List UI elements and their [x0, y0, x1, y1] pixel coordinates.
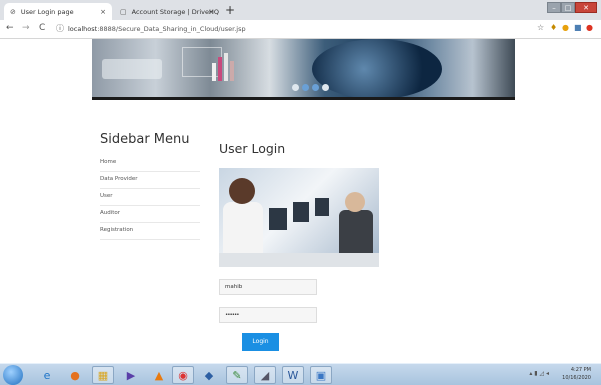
- word-icon[interactable]: W: [282, 366, 304, 384]
- close-window-button[interactable]: ✕: [575, 2, 597, 13]
- maximize-button[interactable]: □: [561, 2, 575, 13]
- extension-icon[interactable]: ●: [586, 23, 593, 32]
- password-input[interactable]: ••••••: [219, 307, 317, 323]
- url-path: :8888/Secure_Data_Sharing_in_Cloud/user.…: [97, 25, 246, 33]
- new-tab-button[interactable]: +: [225, 3, 235, 17]
- sidebar-item-data-provider[interactable]: Data Provider: [100, 172, 200, 189]
- sidebar-item-user[interactable]: User: [100, 189, 200, 206]
- minimize-button[interactable]: –: [547, 2, 561, 13]
- app-icon[interactable]: ▣: [310, 366, 332, 384]
- virtualbox-icon[interactable]: ◆: [198, 366, 220, 384]
- info-icon[interactable]: ⓘ: [56, 24, 64, 33]
- firefox-icon[interactable]: ●: [64, 366, 86, 384]
- extension-icon[interactable]: ♦: [550, 23, 557, 32]
- tab-user-login[interactable]: ⊘ User Login page ×: [4, 3, 112, 20]
- clock[interactable]: 4:27 PM 10/16/2020: [562, 366, 591, 382]
- clock-date: 10/16/2020: [562, 375, 591, 381]
- address-bar: ← → C ⓘ localhost:8888/Secure_Data_Sharin…: [0, 20, 601, 39]
- sidebar-title: Sidebar Menu: [100, 132, 190, 147]
- tab-title: User Login page: [20, 7, 74, 16]
- media-player-icon[interactable]: ▶: [120, 366, 142, 384]
- extension-icon[interactable]: ●: [562, 23, 569, 32]
- tab-drivehq[interactable]: ▢ Account Storage | DriveHQ ×: [114, 3, 220, 20]
- office-workers-photo: [219, 168, 379, 267]
- system-tray-icons[interactable]: ▴ ▮ ◿ ◂: [529, 370, 549, 377]
- sidebar-item-auditor[interactable]: Auditor: [100, 206, 200, 223]
- vlc-icon[interactable]: ▲: [148, 366, 170, 384]
- back-button[interactable]: ←: [6, 23, 14, 33]
- explorer-icon[interactable]: ▦: [92, 366, 114, 384]
- username-input[interactable]: mahib: [219, 279, 317, 295]
- url-host: localhost: [68, 25, 98, 33]
- extension-icon[interactable]: ■: [574, 23, 582, 32]
- calc-icon[interactable]: ◢: [254, 366, 276, 384]
- close-tab-icon[interactable]: ×: [100, 8, 106, 16]
- windows-taskbar: e ● ▦ ▶ ▲ ◉ ◆ ✎ ◢ W ▣ ▴ ▮ ◿ ◂ 4:27 PM 10…: [0, 363, 601, 385]
- tab-title: Account Storage | DriveHQ: [131, 7, 220, 16]
- login-button[interactable]: Login: [242, 333, 279, 351]
- browser-tab-bar: ⊘ User Login page × ▢ Account Storage | …: [0, 0, 601, 20]
- sidebar: Sidebar Menu Home Data Provider User Aud…: [100, 132, 200, 240]
- forward-button[interactable]: →: [22, 23, 30, 33]
- sidebar-item-home[interactable]: Home: [100, 155, 200, 172]
- header-banner-image: [92, 39, 515, 100]
- bookmark-star-icon[interactable]: ☆: [537, 23, 544, 32]
- chrome-icon[interactable]: ◉: [172, 366, 194, 384]
- close-tab-icon[interactable]: ×: [208, 8, 214, 16]
- sidebar-item-registration[interactable]: Registration: [100, 223, 200, 240]
- ie-icon[interactable]: e: [36, 366, 58, 384]
- start-button[interactable]: [3, 365, 23, 385]
- page-icon: ▢: [120, 7, 127, 16]
- clock-time: 4:27 PM: [570, 367, 591, 373]
- paint-icon[interactable]: ✎: [226, 366, 248, 384]
- page-title: User Login: [219, 141, 286, 156]
- url-field[interactable]: ⓘ localhost:8888/Secure_Data_Sharing_in_C…: [56, 22, 576, 36]
- globe-icon: ⊘: [10, 7, 16, 16]
- window-controls: – □ ✕: [547, 2, 597, 13]
- reload-button[interactable]: C: [39, 23, 45, 33]
